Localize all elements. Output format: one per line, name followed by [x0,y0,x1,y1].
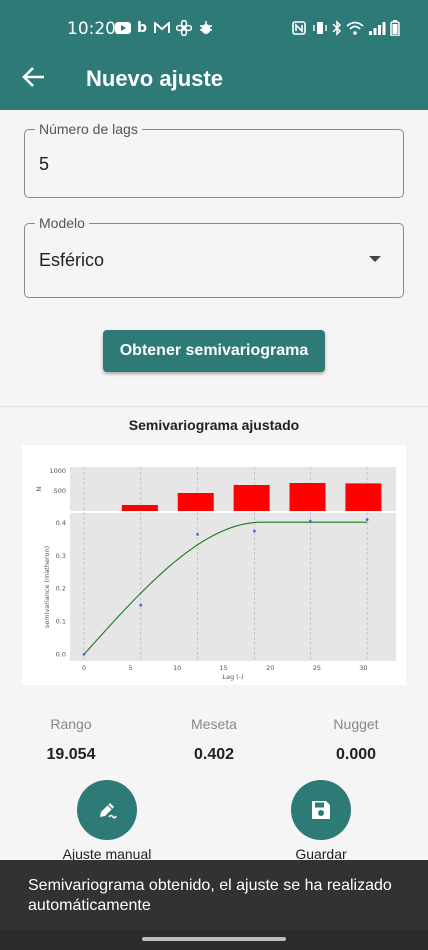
youtube-icon [115,20,131,36]
vibrate-icon [312,20,328,36]
nugget-label: Nugget [333,716,379,732]
gmail-icon [154,20,170,36]
y-tick-label: 0.1 [56,618,66,626]
range-stat: Rango 19.054 [11,716,131,764]
sill-stat: Meseta 0.402 [154,716,274,764]
y-tick-label: 0.0 [56,650,66,658]
x-axis-label: Lag (-) [222,673,243,681]
page-title: Nuevo ajuste [86,66,223,91]
app-bar: Nuevo ajuste [0,46,428,110]
y-tick-label: 0.3 [56,552,66,560]
x-tick-label: 20 [266,664,274,672]
experimental-point [253,529,256,533]
y-tick-label: 0.4 [56,519,66,527]
y-tick-label: 0.2 [56,585,66,593]
model-label: Modelo [35,215,89,231]
arrow-left-icon [22,67,44,87]
bing-icon: b [137,20,148,36]
experimental-point [139,603,143,607]
bluetooth-icon [332,20,342,36]
semivariogram-chart: 500 1000 N 0 5 10 15 20 25 30 0.0 0.1 0.2 0.3 0.4 Lag (… [22,445,406,685]
x-tick-label: 5 [128,664,132,672]
chart-svg: 500 1000 N 0 5 10 15 20 25 30 0.0 0.1 0.2 0.3 0.4 Lag (… [35,467,396,681]
x-tick-label: 0 [82,664,86,672]
signal-icon [368,20,386,36]
x-tick-label: 25 [313,664,321,672]
histogram-bar [233,485,270,511]
main-plot-area [70,513,396,661]
home-indicator[interactable] [142,937,286,941]
chevron-down-icon [369,256,381,262]
histogram-y-axis-label: N [35,486,43,491]
model-select[interactable]: Modelo Esférico [24,215,404,298]
wifi-icon [346,20,364,36]
model-value: Esférico [39,250,105,270]
sill-label: Meseta [191,716,237,732]
range-value: 19.054 [46,746,96,763]
x-tick-label: 15 [220,664,228,672]
fan-icon [176,20,192,36]
range-label: Rango [50,716,92,732]
nugget-stat: Nugget 0.000 [296,716,416,764]
bug-icon [198,20,214,36]
histogram-bar [177,493,214,511]
nugget-value: 0.000 [335,746,377,763]
y-axis-label: semivariance (matheron) [43,546,51,628]
histogram-bar [345,483,382,511]
histogram-bar [121,505,158,511]
lags-value: 5 [39,154,50,174]
divider [0,406,428,407]
lags-field[interactable]: Número de lags 5 [24,121,404,198]
obtain-semivariogram-button[interactable]: Obtener semivariograma [103,330,325,372]
lags-label: Número de lags [35,121,142,137]
histogram-y-tick-label: 1000 [49,467,66,475]
status-time: 10:20 [67,19,116,39]
x-tick-label: 30 [359,664,367,672]
experimental-point [308,519,312,523]
floppy-disk-icon [312,801,330,819]
status-bar: 10:20 b [0,0,428,46]
nfc-icon [292,20,306,36]
histogram-y-tick-label: 500 [54,487,66,495]
experimental-point [82,653,86,656]
experimental-point [365,518,369,521]
save-button[interactable] [291,780,351,840]
snackbar: Semivariograma obtenido, el ajuste se ha… [0,860,428,930]
snackbar-message: Semivariograma obtenido, el ajuste se ha… [28,877,392,914]
edit-pencil-icon [100,803,117,819]
experimental-point [196,532,200,536]
back-button[interactable] [18,60,52,94]
battery-icon [390,20,400,36]
x-tick-label: 10 [173,664,181,672]
manual-fit-button[interactable] [77,780,137,840]
main-content: Número de lags 5 Modelo Esférico Obtener… [0,110,428,862]
chart-title: Semivariograma ajustado [128,417,300,433]
histogram-bar [289,483,326,511]
sill-value: 0.402 [193,746,235,763]
